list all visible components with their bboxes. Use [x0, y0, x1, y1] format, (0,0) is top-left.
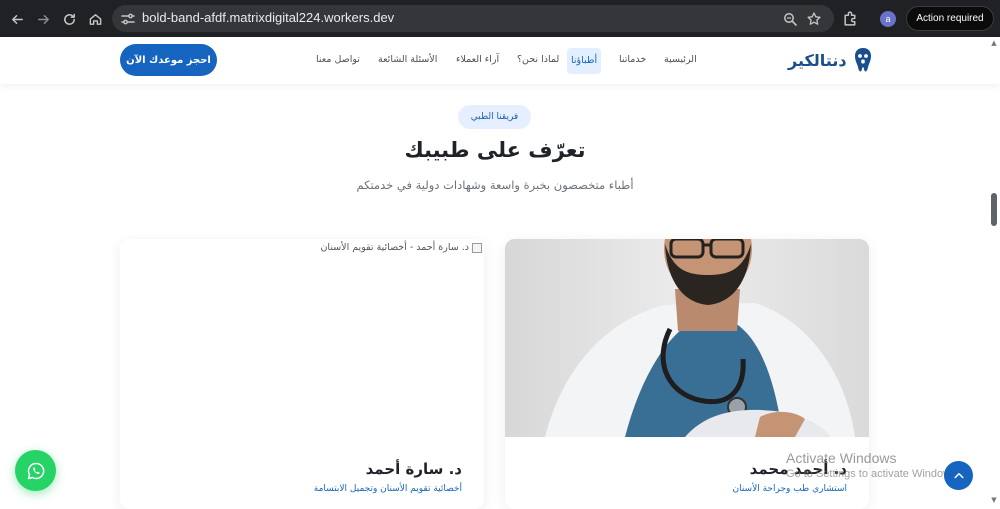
broken-image-alt-text: د. سارة أحمد - أخصائية تقويم الأسنان — [320, 242, 469, 253]
activation-watermark-title: Activate Windows — [786, 450, 897, 466]
nav-item-contact[interactable]: تواصل معنا — [316, 51, 360, 69]
broken-image-alt: د. سارة أحمد - أخصائية تقويم الأسنان — [320, 242, 482, 253]
back-arrow-icon[interactable] — [4, 6, 30, 32]
scroll-to-top-button[interactable] — [944, 461, 973, 490]
tooth-logo-icon — [853, 47, 873, 73]
nav-item-home[interactable]: الرئيسية — [664, 51, 697, 69]
nav-item-doctors[interactable]: أطباؤنا — [567, 48, 602, 74]
site-info-icon[interactable] — [120, 11, 136, 27]
reload-icon[interactable] — [56, 6, 82, 32]
site-logo[interactable]: دنتالكير — [788, 46, 873, 74]
scrollbar-down-arrow-icon[interactable]: ▼ — [989, 496, 999, 504]
team-badge: فريقنا الطبي — [458, 105, 531, 129]
doctor-photo-broken: د. سارة أحمد - أخصائية تقويم الأسنان — [120, 239, 484, 437]
doctor-role: استشاري طب وجراحة الأسنان — [732, 484, 847, 494]
nav-item-testimonials[interactable]: آراء العملاء — [456, 51, 499, 69]
chevron-up-icon — [954, 472, 963, 478]
activation-watermark-subtitle: Go to Settings to activate Windows. — [786, 468, 946, 480]
extensions-puzzle-icon[interactable] — [842, 10, 859, 27]
broken-image-icon — [472, 242, 482, 253]
scrollbar-up-arrow-icon[interactable]: ▲ — [989, 39, 999, 47]
browser-toolbar: bold-band-afdf.matrixdigital224.workers.… — [0, 0, 1000, 37]
doctor-card[interactable]: د. سارة أحمد - أخصائية تقويم الأسنان د. … — [120, 239, 484, 509]
url-text[interactable]: bold-band-afdf.matrixdigital224.workers.… — [142, 10, 394, 25]
section-subtitle: أطباء متخصصون بخبرة واسعة وشهادات دولية … — [356, 178, 634, 192]
whatsapp-button[interactable] — [15, 450, 56, 491]
home-icon[interactable] — [82, 6, 108, 32]
whatsapp-icon — [27, 462, 44, 479]
zoom-magnifier-icon[interactable] — [782, 11, 798, 27]
nav-item-faq[interactable]: الأسئلة الشائعة — [378, 51, 437, 69]
nav-item-services[interactable]: خدماتنا — [619, 51, 646, 69]
address-bar[interactable]: bold-band-afdf.matrixdigital224.workers.… — [112, 5, 834, 32]
book-appointment-button[interactable]: احجز موعدك الآن — [120, 44, 217, 76]
action-required-button[interactable]: Action required — [906, 6, 994, 31]
doctor-name: د. سارة أحمد — [365, 460, 462, 478]
doctor-photo — [505, 239, 869, 437]
logo-text: دنتالكير — [788, 50, 847, 70]
nav-item-why-us[interactable]: لماذا نحن؟ — [517, 51, 559, 69]
doctor-role: أخصائية تقويم الأسنان وتجميل الابتسامة — [313, 484, 462, 494]
profile-avatar[interactable]: a — [880, 11, 896, 27]
forward-arrow-icon[interactable] — [30, 6, 56, 32]
bookmark-star-icon[interactable] — [806, 11, 822, 27]
site-header: احجز موعدك الآن تواصل معنا الأسئلة الشائ… — [0, 37, 1000, 84]
scrollbar-thumb[interactable] — [991, 193, 997, 226]
section-title: تعرّف على طبيبك — [404, 138, 586, 162]
